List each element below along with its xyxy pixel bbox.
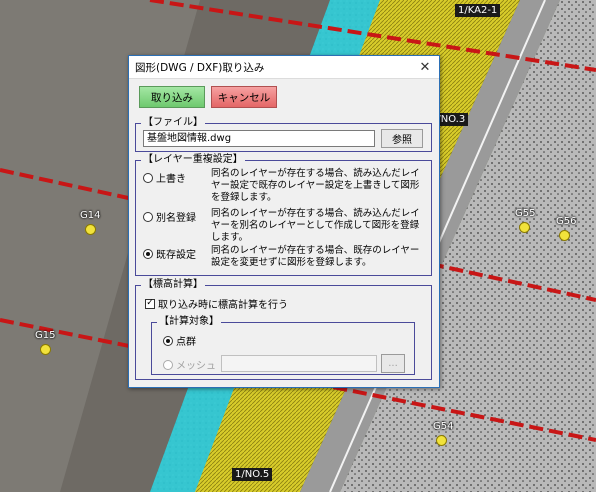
file-path-input[interactable]: 基盤地図情報.dwg <box>143 130 375 147</box>
radio-rename-label: 別名登録 <box>156 213 196 224</box>
elevation-group-title: 【標高計算】 <box>141 278 205 292</box>
import-dialog: 図形(DWG / DXF)取り込み ✕ 取り込み キャンセル 【ファイル】 基盤… <box>128 55 440 388</box>
map-label-ka2: 1/KA2-1 <box>455 4 501 17</box>
map-label-g56: G56 <box>556 216 577 227</box>
survey-point-g14 <box>85 224 96 235</box>
radio-keep-existing-icon <box>143 248 153 259</box>
map-label-no5: 1/NO.5 <box>232 468 273 481</box>
overwrite-description: 同名のレイヤーが存在する場合、読み込んだレイヤー設定で既存のレイヤー設定を上書き… <box>211 168 420 203</box>
radio-point-cloud-icon <box>163 335 173 346</box>
radio-point-cloud-label: 点群 <box>176 337 196 348</box>
map-label-g15: G15 <box>35 330 56 341</box>
map-label-g54: G54 <box>433 421 454 432</box>
radio-overwrite-icon <box>143 172 153 183</box>
close-icon[interactable]: ✕ <box>411 60 439 75</box>
survey-point-g56 <box>559 230 570 241</box>
file-group-title: 【ファイル】 <box>141 116 205 130</box>
radio-overwrite-label: 上書き <box>156 174 186 185</box>
cancel-button[interactable]: キャンセル <box>211 86 277 108</box>
radio-mesh[interactable]: メッシュ <box>163 357 216 372</box>
radio-mesh-icon <box>163 359 173 370</box>
import-button[interactable]: 取り込み <box>139 86 205 108</box>
elevation-checkbox[interactable]: ✓ 取り込み時に標高計算を行う <box>145 296 288 311</box>
elevation-checkbox-label: 取り込み時に標高計算を行う <box>158 300 288 311</box>
browse-button[interactable]: 参照 <box>381 129 423 148</box>
map-label-g14: G14 <box>80 210 101 221</box>
dialog-title: 図形(DWG / DXF)取り込み <box>135 61 265 74</box>
radio-rename-icon <box>143 211 153 222</box>
radio-overwrite[interactable]: 上書き <box>143 170 186 185</box>
layer-group-title: 【レイヤー重複設定】 <box>141 153 245 167</box>
dialog-titlebar[interactable]: 図形(DWG / DXF)取り込み ✕ <box>129 56 439 79</box>
keep-existing-description: 同名のレイヤーが存在する場合、既存のレイヤー設定を変更せずに図形を登録します。 <box>211 245 420 268</box>
radio-keep-existing-label: 既存設定 <box>156 250 196 261</box>
radio-mesh-label: メッシュ <box>176 361 216 372</box>
radio-keep-existing[interactable]: 既存設定 <box>143 246 196 261</box>
survey-point-g15 <box>40 344 51 355</box>
radio-point-cloud[interactable]: 点群 <box>163 333 196 348</box>
survey-point-g55 <box>519 222 530 233</box>
radio-rename[interactable]: 別名登録 <box>143 209 196 224</box>
checkbox-check-icon: ✓ <box>145 298 155 309</box>
survey-point-g54 <box>436 435 447 446</box>
mesh-path-input[interactable] <box>221 355 377 372</box>
rename-description: 同名のレイヤーが存在する場合、読み込んだレイヤーを別名のレイヤーとして作成して図… <box>211 208 420 243</box>
calc-target-title: 【計算対象】 <box>157 315 221 329</box>
map-label-g55: G55 <box>515 208 536 219</box>
mesh-browse-button[interactable]: ... <box>381 354 405 373</box>
